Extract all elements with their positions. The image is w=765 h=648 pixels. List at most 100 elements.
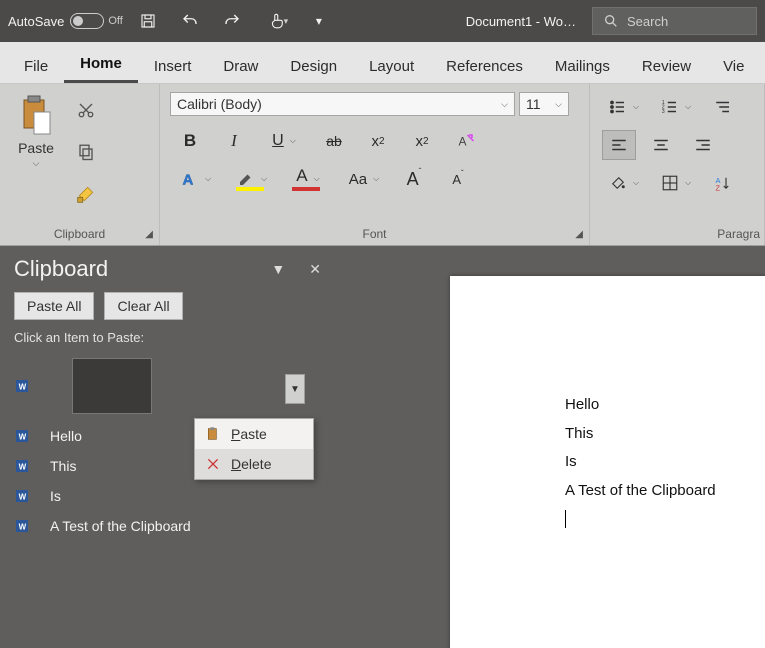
tab-design[interactable]: Design bbox=[274, 48, 353, 83]
qat-customize-icon[interactable]: ▾ bbox=[307, 4, 331, 38]
svg-text:A: A bbox=[459, 135, 467, 149]
doc-line: Is bbox=[565, 448, 765, 477]
tab-draw[interactable]: Draw bbox=[207, 48, 274, 83]
clipboard-item-text: A Test of the Clipboard bbox=[50, 518, 191, 534]
search-box[interactable]: Search bbox=[592, 7, 757, 35]
redo-icon[interactable] bbox=[215, 4, 249, 38]
clear-format-icon: A bbox=[457, 132, 475, 150]
font-name-select[interactable]: Calibri (Body) ⌵ bbox=[170, 92, 515, 116]
change-case-button[interactable]: Aa⌵ bbox=[342, 164, 386, 194]
clear-all-button[interactable]: Clear All bbox=[104, 292, 182, 320]
save-icon[interactable] bbox=[131, 4, 165, 38]
pane-close-icon[interactable]: ✕ bbox=[309, 261, 321, 278]
sort-button[interactable]: AZ bbox=[706, 168, 740, 198]
autosave-toggle[interactable]: AutoSave Off bbox=[8, 13, 123, 29]
autosave-label: AutoSave bbox=[8, 14, 64, 29]
paste-all-button[interactable]: Paste All bbox=[14, 292, 94, 320]
ctx-paste-rest: aste bbox=[240, 426, 266, 442]
clipboard-item-text: Hello bbox=[50, 428, 82, 444]
shrink-font-button[interactable]: Aˇ bbox=[442, 164, 474, 194]
borders-icon bbox=[661, 174, 679, 192]
ctx-delete-rest: elete bbox=[241, 456, 271, 472]
format-painter-icon bbox=[76, 184, 96, 204]
multilevel-icon bbox=[714, 98, 732, 116]
ctx-paste[interactable]: Paste bbox=[195, 419, 313, 449]
bold-button[interactable]: B bbox=[174, 126, 206, 156]
font-color-swatch bbox=[292, 187, 320, 191]
font-size-select[interactable]: 11 ⌵ bbox=[519, 92, 569, 116]
ribbon-tabs: File Home Insert Draw Design Layout Refe… bbox=[0, 42, 765, 84]
search-icon bbox=[603, 13, 619, 29]
toggle-switch[interactable] bbox=[70, 13, 104, 29]
group-label-paragraph: Paragra bbox=[590, 223, 764, 245]
tab-layout[interactable]: Layout bbox=[353, 48, 430, 83]
borders-button[interactable]: ⌵ bbox=[654, 168, 698, 198]
touch-mode-icon[interactable]: ▾ bbox=[257, 4, 299, 38]
dialog-launcher-icon[interactable]: ◢ bbox=[145, 229, 153, 240]
svg-text:3: 3 bbox=[662, 109, 665, 115]
svg-text:W: W bbox=[19, 432, 27, 441]
chevron-down-icon: ⌵ bbox=[501, 99, 508, 110]
document-area[interactable]: Hello This Is A Test of the Clipboard bbox=[335, 246, 765, 648]
clipboard-item-menu-button[interactable]: ▼ bbox=[285, 374, 305, 404]
word-doc-icon: W bbox=[14, 378, 30, 394]
font-size-value: 11 bbox=[526, 96, 541, 112]
numbering-button[interactable]: 123⌵ bbox=[654, 92, 698, 122]
text-effects-button[interactable]: A⌵ bbox=[174, 164, 218, 194]
strikethrough-button[interactable]: ab bbox=[318, 126, 350, 156]
search-placeholder: Search bbox=[627, 14, 668, 29]
bullets-button[interactable]: ⌵ bbox=[602, 92, 646, 122]
scissors-icon bbox=[77, 101, 95, 119]
word-doc-icon: W bbox=[14, 458, 30, 474]
dialog-launcher-icon[interactable]: ◢ bbox=[575, 229, 583, 240]
format-painter-button[interactable] bbox=[72, 180, 100, 208]
tab-mailings[interactable]: Mailings bbox=[539, 48, 626, 83]
pane-options-icon[interactable]: ▼ bbox=[271, 261, 285, 278]
copy-button[interactable] bbox=[72, 138, 100, 166]
copy-icon bbox=[77, 143, 95, 161]
ctx-delete[interactable]: Delete bbox=[195, 449, 313, 479]
tab-home[interactable]: Home bbox=[64, 45, 138, 83]
align-left-button[interactable] bbox=[602, 130, 636, 160]
cut-button[interactable] bbox=[72, 96, 100, 124]
tab-references[interactable]: References bbox=[430, 48, 539, 83]
shading-button[interactable]: ⌵ bbox=[602, 168, 646, 198]
align-center-button[interactable] bbox=[644, 130, 678, 160]
highlight-button[interactable]: ⌵ bbox=[230, 164, 274, 194]
word-doc-icon: W bbox=[14, 488, 30, 504]
undo-icon[interactable] bbox=[173, 4, 207, 38]
clear-formatting-button[interactable]: A bbox=[450, 126, 482, 156]
bullets-icon bbox=[609, 98, 627, 116]
font-color-button[interactable]: A ⌵ bbox=[286, 164, 330, 194]
tab-insert[interactable]: Insert bbox=[138, 48, 208, 83]
tab-file[interactable]: File bbox=[8, 48, 64, 83]
superscript-button[interactable]: x2 bbox=[406, 126, 438, 156]
subscript-button[interactable]: x2 bbox=[362, 126, 394, 156]
italic-button[interactable]: I bbox=[218, 126, 250, 156]
context-menu: Paste Delete bbox=[194, 418, 314, 480]
paste-button[interactable]: Paste ⌵ bbox=[6, 90, 66, 169]
tab-view[interactable]: Vie bbox=[707, 48, 760, 83]
chevron-down-icon: ⌵ bbox=[555, 99, 562, 110]
doc-line: This bbox=[565, 420, 765, 449]
grow-font-button[interactable]: Aˆ bbox=[398, 164, 430, 194]
multilevel-list-button[interactable] bbox=[706, 92, 740, 122]
paste-label: Paste bbox=[18, 140, 54, 156]
clipboard-item[interactable]: W Is bbox=[14, 481, 321, 511]
align-right-button[interactable] bbox=[686, 130, 720, 160]
document-title: Document1 - Wo… bbox=[466, 14, 576, 29]
chevron-down-icon: ▾ bbox=[284, 16, 289, 27]
group-clipboard: Paste ⌵ Clipboard ◢ bbox=[0, 84, 160, 245]
document-page[interactable]: Hello This Is A Test of the Clipboard bbox=[450, 276, 765, 648]
clipboard-thumbnail bbox=[72, 358, 152, 414]
ribbon: Paste ⌵ Clipboard ◢ bbox=[0, 84, 765, 246]
svg-text:Z: Z bbox=[716, 184, 721, 193]
clipboard-pane: Clipboard ▼ ✕ Paste All Clear All Click … bbox=[0, 246, 335, 648]
highlight-color-swatch bbox=[236, 187, 264, 191]
group-label-clipboard: Clipboard ◢ bbox=[0, 223, 159, 245]
clipboard-item[interactable]: W A Test of the Clipboard bbox=[14, 511, 321, 541]
underline-button[interactable]: U⌵ bbox=[262, 126, 306, 156]
tab-review[interactable]: Review bbox=[626, 48, 707, 83]
clipboard-item[interactable]: W bbox=[14, 351, 321, 421]
word-doc-icon: W bbox=[14, 428, 30, 444]
